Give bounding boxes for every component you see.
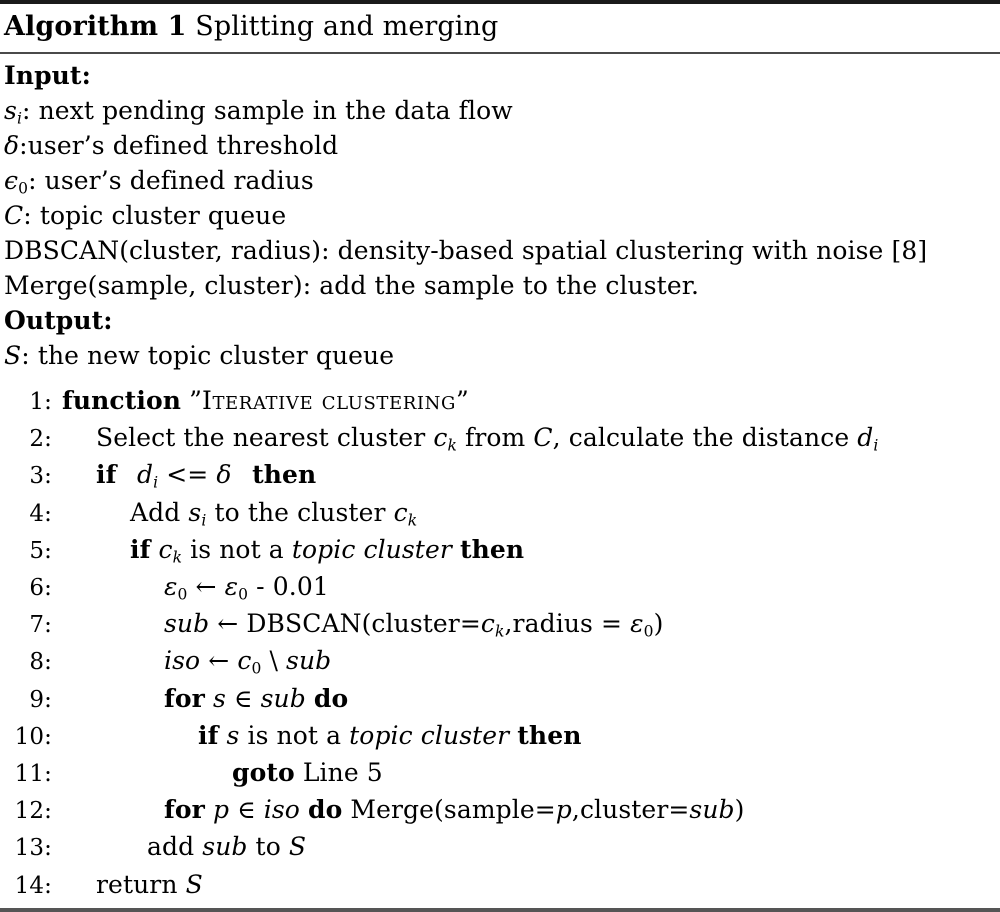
- algorithm-title: Algorithm 1 Splitting and merging: [0, 4, 1000, 52]
- separator: :: [321, 236, 338, 265]
- separator: :: [19, 131, 28, 160]
- symbol-dbscan: DBSCAN(cluster, radius): [4, 236, 322, 265]
- output-text: the new topic cluster queue: [37, 341, 395, 370]
- line-content: goto Line 5: [232, 758, 383, 788]
- line-content: if ck is not a topic cluster then: [130, 534, 525, 567]
- subscript-zero: 0: [18, 179, 29, 198]
- algorithm-number: Algorithm 1: [4, 11, 187, 42]
- symbol-delta: δ: [4, 131, 20, 160]
- algorithm-preamble: Input: si: next pending sample in the da…: [0, 54, 1000, 375]
- code-line: 13: add sub to S: [0, 829, 1000, 866]
- code-line: 6: ε0 ← ε0 - 0.01: [0, 569, 1000, 606]
- line-number: 9:: [29, 686, 52, 713]
- code-line: 7: sub ← DBSCAN(cluster=ck,radius = ε0): [0, 606, 1000, 643]
- input-text: next pending sample in the data flow: [38, 96, 513, 125]
- input-heading: Input:: [4, 61, 91, 90]
- code-line: 11: goto Line 5: [0, 755, 1000, 792]
- line-content: Select the nearest cluster ck from C, ca…: [96, 423, 879, 455]
- code-line: 8: iso ← c0 \ sub: [0, 643, 1000, 680]
- line-content: if s is not a topic cluster then: [198, 720, 582, 750]
- input-text: density-based spatial clustering with no…: [337, 236, 928, 265]
- symbol-S: S: [4, 341, 22, 370]
- line-number: 6:: [29, 575, 52, 602]
- line-content: iso ← c0 \ sub: [164, 646, 332, 678]
- algorithm-caption: Splitting and merging: [195, 11, 499, 42]
- algorithm-steps: 1: function ”Iterative clustering” 2: Se…: [0, 375, 1000, 908]
- bottom-rule: [0, 907, 1000, 912]
- input-item-cluster-queue: C: topic cluster queue: [4, 198, 1000, 233]
- input-text: add the sample to the cluster.: [319, 271, 700, 300]
- separator: :: [302, 271, 320, 300]
- line-content: ε0 ← ε0 - 0.01: [164, 572, 329, 604]
- line-content: Add si to the cluster ck: [130, 497, 418, 529]
- line-number: 10:: [14, 723, 52, 750]
- line-number: 14:: [14, 872, 52, 899]
- code-line: 5: if ck is not a topic cluster then: [0, 532, 1000, 569]
- code-line: 4: Add si to the cluster ck: [0, 495, 1000, 532]
- input-text: topic cluster queue: [39, 201, 287, 230]
- line-number: 11:: [14, 761, 52, 788]
- input-item-sample: si: next pending sample in the data flow: [4, 93, 1000, 128]
- line-number: 1:: [29, 389, 52, 415]
- symbol-merge: Merge(sample, cluster): [4, 271, 303, 300]
- separator: :: [21, 341, 38, 370]
- code-line: 10: if s is not a topic cluster then: [0, 718, 1000, 755]
- code-line: 9: for s ∈ sub do: [0, 681, 1000, 718]
- input-text: user’s defined radius: [44, 166, 314, 195]
- line-content: sub ← DBSCAN(cluster=ck,radius = ε0): [164, 609, 664, 641]
- line-number: 7:: [29, 612, 52, 639]
- separator: :: [28, 166, 45, 195]
- code-line: 14: return S: [0, 867, 1000, 904]
- line-number: 12:: [14, 798, 52, 825]
- symbol-C: C: [4, 201, 24, 230]
- symbol-epsilon: ϵ: [4, 166, 19, 195]
- code-line: 3: if di <= δ then: [0, 457, 1000, 494]
- line-number: 5:: [29, 537, 52, 564]
- separator: :: [23, 201, 40, 230]
- line-number: 3:: [29, 463, 52, 490]
- code-line: 12: for p ∈ iso do Merge(sample=p,cluste…: [0, 792, 1000, 829]
- line-number: 4:: [29, 500, 52, 527]
- output-heading: Output:: [4, 306, 113, 335]
- line-content: return S: [96, 869, 203, 899]
- line-content: function ”Iterative clustering”: [62, 386, 469, 415]
- code-line: 2: Select the nearest cluster ck from C,…: [0, 420, 1000, 457]
- line-content: add sub to S: [147, 832, 307, 862]
- line-content: for s ∈ sub do: [164, 683, 349, 713]
- algorithm-block: Algorithm 1 Splitting and merging Input:…: [0, 0, 1000, 912]
- input-item-radius: ϵ0: user’s defined radius: [4, 163, 1000, 198]
- output-item-queue: S: the new topic cluster queue: [4, 338, 1000, 373]
- input-text: user’s defined threshold: [27, 131, 339, 160]
- line-number: 8:: [29, 649, 52, 676]
- input-item-threshold: δ:user’s defined threshold: [4, 128, 1000, 163]
- input-item-dbscan: DBSCAN(cluster, radius): density-based s…: [4, 233, 1000, 268]
- symbol-s: s: [4, 96, 17, 125]
- line-content: for p ∈ iso do Merge(sample=p,cluster=su…: [164, 795, 745, 825]
- code-line: 1: function ”Iterative clustering”: [0, 383, 1000, 420]
- separator: :: [22, 96, 39, 125]
- line-number: 13:: [14, 835, 52, 862]
- input-item-merge: Merge(sample, cluster): add the sample t…: [4, 268, 1000, 303]
- line-number: 2:: [29, 426, 52, 453]
- line-content: if di <= δ then: [96, 460, 317, 492]
